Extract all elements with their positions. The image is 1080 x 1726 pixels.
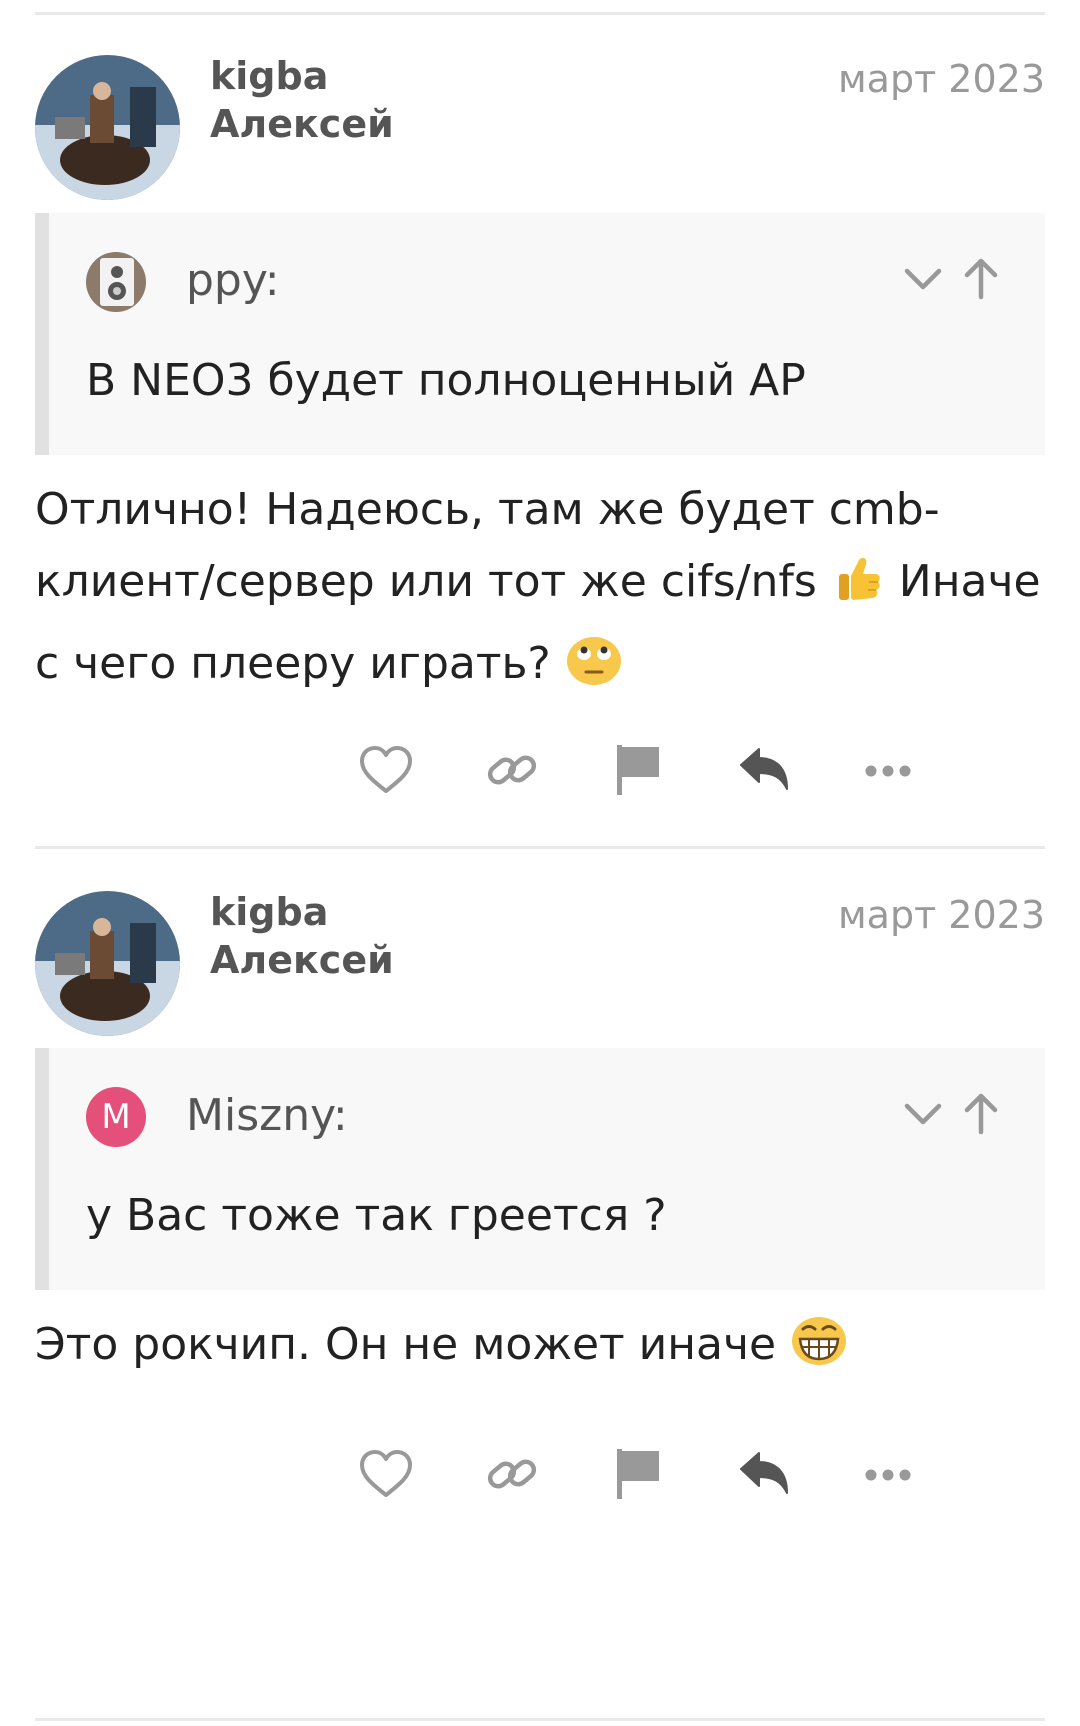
username[interactable]: kigba bbox=[210, 888, 394, 936]
copy-link-button[interactable] bbox=[476, 736, 548, 808]
full-name: Алексей bbox=[210, 102, 394, 146]
link-icon bbox=[485, 1447, 539, 1505]
rolling-eyes-emoji bbox=[565, 630, 623, 710]
full-name: Алексей bbox=[210, 938, 394, 982]
chevron-down-icon[interactable] bbox=[899, 255, 947, 307]
more-dots-icon bbox=[864, 1467, 912, 1486]
user-names: kigba Алексей bbox=[210, 52, 394, 148]
avatar-image bbox=[35, 891, 180, 1036]
reply-icon bbox=[737, 745, 791, 799]
post-actions bbox=[0, 736, 1080, 808]
arrow-up-icon[interactable] bbox=[957, 1090, 1005, 1142]
arrow-up-icon[interactable] bbox=[957, 255, 1005, 307]
flag-button[interactable] bbox=[602, 736, 674, 808]
quote-block: ppy: В NEO3 будет полноценный AP bbox=[35, 213, 1045, 455]
top-divider bbox=[35, 12, 1045, 15]
thumbs-up-emoji bbox=[831, 552, 885, 628]
avatar-image bbox=[35, 55, 180, 200]
more-dots-icon bbox=[864, 763, 912, 782]
post-text: Это рокчип. Он не может иначе bbox=[35, 1319, 791, 1370]
like-button[interactable] bbox=[350, 736, 422, 808]
post-date[interactable]: март 2023 bbox=[838, 891, 1045, 939]
speaker-avatar-image bbox=[86, 252, 146, 312]
copy-link-button[interactable] bbox=[476, 1440, 548, 1512]
quote-controls bbox=[899, 251, 1005, 311]
reply-button[interactable] bbox=[728, 1440, 800, 1512]
heart-icon bbox=[358, 744, 414, 800]
link-icon bbox=[485, 743, 539, 801]
reply-button[interactable] bbox=[728, 736, 800, 808]
grinning-face-emoji bbox=[790, 1311, 848, 1391]
reply-icon bbox=[737, 1449, 791, 1503]
more-button[interactable] bbox=[852, 736, 924, 808]
quote-text: у Вас тоже так греется ? bbox=[86, 1190, 667, 1241]
flag-icon bbox=[613, 743, 663, 801]
quote-avatar bbox=[86, 252, 146, 312]
flag-icon bbox=[613, 1447, 663, 1505]
post-text: Отлично! Надеюсь, там же будет cmb-клиен… bbox=[35, 484, 940, 607]
like-button[interactable] bbox=[350, 1440, 422, 1512]
user-names: kigba Алексей bbox=[210, 888, 394, 984]
flag-button[interactable] bbox=[602, 1440, 674, 1512]
username[interactable]: kigba bbox=[210, 52, 394, 100]
quote-author[interactable]: ppy: bbox=[186, 253, 280, 309]
post-actions bbox=[0, 1440, 1080, 1512]
chevron-down-icon[interactable] bbox=[899, 1090, 947, 1142]
bottom-divider bbox=[35, 1718, 1045, 1721]
post-body: Это рокчип. Он не может иначе bbox=[35, 1309, 1050, 1391]
post-body: Отлично! Надеюсь, там же будет cmb-клиен… bbox=[35, 474, 1050, 710]
more-button[interactable] bbox=[852, 1440, 924, 1512]
quote-controls bbox=[899, 1086, 1005, 1146]
user-avatar[interactable] bbox=[35, 55, 180, 200]
heart-icon bbox=[358, 1448, 414, 1504]
quote-avatar: M bbox=[86, 1087, 146, 1147]
post-divider bbox=[35, 846, 1045, 849]
quote-text: В NEO3 будет полноценный AP bbox=[86, 355, 806, 406]
quote-author[interactable]: Miszny: bbox=[186, 1088, 348, 1144]
quote-block: M Miszny: у Вас тоже так греется ? bbox=[35, 1048, 1045, 1290]
user-avatar[interactable] bbox=[35, 891, 180, 1036]
post-date[interactable]: март 2023 bbox=[838, 55, 1045, 103]
